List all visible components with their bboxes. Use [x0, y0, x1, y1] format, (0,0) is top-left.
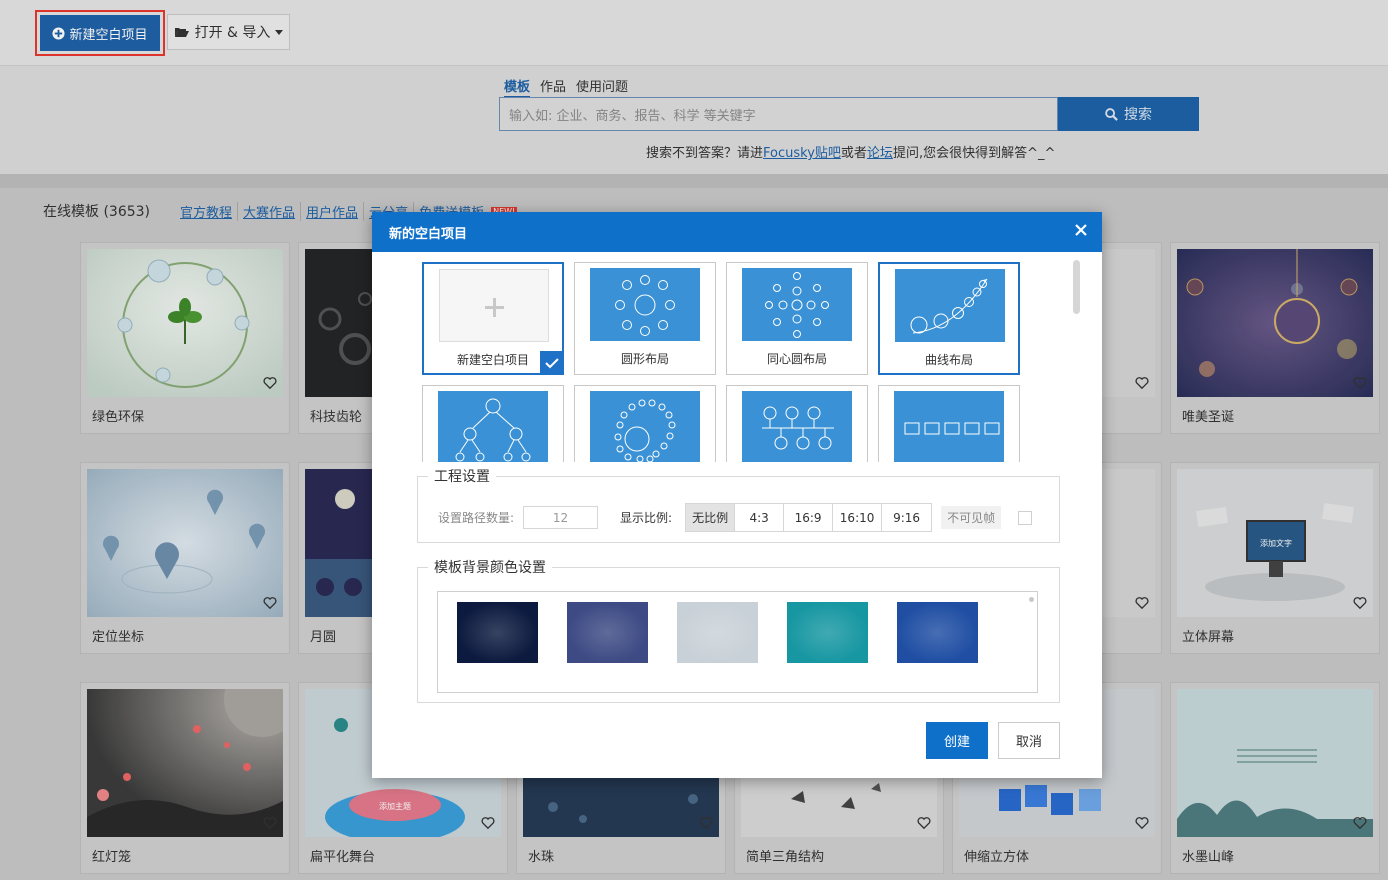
dialog-header: 新的空白项目	[372, 212, 1102, 252]
ratio-none[interactable]: 无比例	[686, 504, 736, 531]
path-count-input[interactable]: 12	[523, 506, 599, 529]
invisible-frame-checkbox[interactable]	[1018, 510, 1033, 525]
color-swatch[interactable]	[677, 602, 758, 663]
layout-circle[interactable]: 圆形布局	[574, 262, 716, 375]
tree-layout-thumb	[438, 391, 548, 462]
layout-concentric[interactable]: 同心圆布局	[726, 262, 868, 375]
layout-tree[interactable]	[422, 385, 564, 462]
new-project-dialog: 新的空白项目 新建空白项目 圆形布局 同心圆布局 曲线布局 工程设置 设置路径数…	[372, 212, 1102, 778]
color-swatch[interactable]	[897, 602, 978, 663]
ratio-selector: 无比例 4:3 16:9 16:10 9:16	[685, 503, 933, 532]
color-swatch[interactable]	[567, 602, 648, 663]
project-settings-legend: 工程设置	[428, 466, 496, 486]
plus-icon	[485, 298, 504, 317]
curve-layout-thumb	[895, 269, 1005, 342]
layout-gallery: 新建空白项目 圆形布局 同心圆布局 曲线布局	[372, 252, 1102, 462]
settings-row: 设置路径数量: 12 显示比例: 无比例 4:3 16:9 16:10 9:16…	[438, 503, 1033, 532]
path-count-label: 设置路径数量:	[438, 511, 515, 525]
linear-layout-thumb	[894, 391, 1004, 462]
create-button[interactable]: 创建	[926, 722, 988, 759]
layout-blank[interactable]: 新建空白项目	[422, 262, 564, 375]
spiral-layout-thumb	[590, 391, 700, 462]
checkmark-icon	[545, 358, 559, 369]
selected-check	[540, 351, 564, 375]
layout-spiral[interactable]	[574, 385, 716, 462]
layout-linear[interactable]	[878, 385, 1020, 462]
concentric-layout-thumb	[742, 268, 852, 341]
invisible-frame-button[interactable]: 不可见帧	[941, 506, 1002, 529]
background-color-settings: 模板背景颜色设置	[417, 557, 1060, 703]
color-swatch[interactable]	[457, 602, 538, 663]
timeline-layout-thumb	[742, 391, 852, 462]
blank-thumb	[439, 269, 549, 342]
layout-curve[interactable]: 曲线布局	[878, 262, 1020, 375]
color-swatch[interactable]	[787, 602, 868, 663]
layout-label: 圆形布局	[620, 352, 669, 366]
ratio-label: 显示比例:	[620, 511, 673, 525]
layout-scrollbar[interactable]	[1073, 260, 1080, 314]
ratio-9-16[interactable]: 9:16	[882, 504, 932, 531]
project-settings: 工程设置 设置路径数量: 12 显示比例: 无比例 4:3 16:9 16:10…	[417, 466, 1060, 543]
ratio-4-3[interactable]: 4:3	[735, 504, 785, 531]
ratio-16-9[interactable]: 16:9	[784, 504, 834, 531]
layout-label: 同心圆布局	[766, 352, 827, 366]
close-icon[interactable]	[1074, 223, 1088, 237]
background-legend: 模板背景颜色设置	[428, 557, 552, 577]
layout-timeline[interactable]	[726, 385, 868, 462]
dialog-title: 新的空白项目	[389, 226, 468, 242]
swatch-scrollbar[interactable]	[1029, 597, 1034, 602]
layout-label: 曲线布局	[924, 353, 973, 367]
cancel-button[interactable]: 取消	[998, 722, 1060, 759]
swatch-list	[437, 591, 1038, 693]
ratio-16-10[interactable]: 16:10	[833, 504, 883, 531]
circle-layout-thumb	[590, 268, 700, 341]
